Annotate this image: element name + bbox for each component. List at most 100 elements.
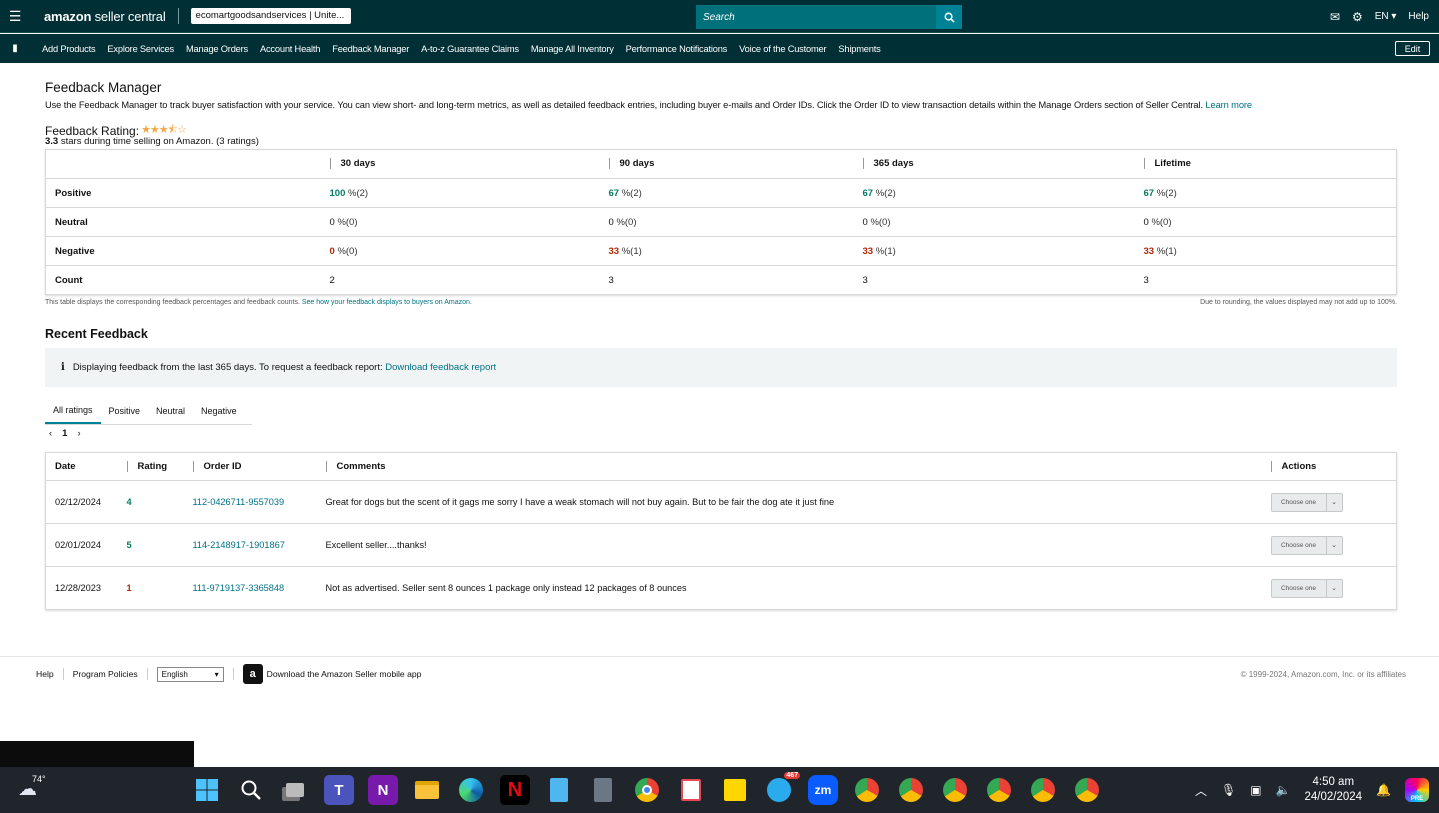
metrics-row-neutral: Neutral 0 %(0) 0 %(0) 0 %(0) 0 %(0) (45, 207, 1397, 237)
mail-icon[interactable]: ✉ (1330, 10, 1340, 24)
search-input[interactable] (696, 5, 936, 29)
tab-all-ratings[interactable]: All ratings (45, 398, 101, 424)
volume-icon[interactable]: 🔈 (1276, 783, 1291, 797)
page-title: Feedback Manager (45, 80, 162, 95)
feedback-header-row: Date Rating Order ID Comments Actions (46, 453, 1397, 481)
feedback-display-link[interactable]: See how your feedback displays to buyers… (302, 299, 472, 306)
telegram-icon[interactable]: 467 (764, 772, 800, 805)
chrome-profile-icon[interactable] (852, 775, 882, 805)
feedback-metrics-table: 30 days 90 days 365 days Lifetime Positi… (45, 149, 1397, 295)
divider (146, 668, 148, 680)
copyright: © 1999-2024, Amazon.com, Inc. or its aff… (1240, 669, 1406, 679)
metric-cell: 33 %(1) (853, 236, 1135, 266)
metrics-header-lifetime: Lifetime (1135, 150, 1397, 179)
weather-widget[interactable]: 74° ☁ (18, 774, 46, 801)
clock[interactable]: 4:50 am 24/02/2024 (1304, 775, 1362, 805)
download-app-link[interactable]: Download the Amazon Seller mobile app (267, 669, 422, 679)
action-dropdown[interactable]: Choose one ⌄ (1270, 578, 1343, 598)
help-link[interactable]: Help (1408, 11, 1429, 22)
footer-divider (0, 656, 1439, 657)
prev-page-icon[interactable]: ‹ (49, 428, 52, 439)
notification-badge: 467 (784, 772, 800, 779)
nav-feedback-manager[interactable]: Feedback Manager (332, 44, 409, 54)
chevron-up-icon[interactable]: ︿ (1195, 782, 1207, 799)
tab-positive[interactable]: Positive (101, 398, 149, 424)
amazon-app-icon[interactable]: a (242, 664, 263, 684)
nav-performance-notifications[interactable]: Performance Notifications (626, 44, 728, 54)
top-right-actions: ✉ ⚙ EN ▾ Help (1330, 0, 1429, 33)
bookmark-icon[interactable]: ▮ (0, 43, 30, 54)
chrome-profile-icon[interactable] (984, 775, 1014, 805)
language-selector[interactable]: EN ▾ (1375, 11, 1397, 22)
footer: Help Program Policies English ▾ a Downloa… (36, 663, 1406, 685)
chrome-profile-icon[interactable] (940, 775, 970, 805)
download-report-link[interactable]: Download feedback report (385, 362, 496, 373)
netflix-icon[interactable]: N (500, 775, 530, 805)
onenote-icon[interactable]: N (368, 775, 398, 805)
time: 4:50 am (1312, 776, 1355, 788)
chrome-profile-icon[interactable] (1028, 775, 1058, 805)
order-id[interactable]: 111-9719137-3365848 (193, 583, 285, 593)
copilot-icon[interactable]: PRE (1405, 778, 1429, 802)
next-page-icon[interactable]: › (77, 428, 80, 439)
calculator-icon[interactable] (588, 775, 618, 805)
row-label: Positive (45, 178, 321, 208)
search-icon[interactable] (236, 775, 266, 805)
network-icon[interactable]: ▣ (1250, 783, 1261, 797)
info-icon: i (61, 362, 65, 373)
notifications-icon[interactable]: 🔔 (1376, 783, 1391, 797)
nav-shipments[interactable]: Shipments (838, 44, 880, 54)
current-page[interactable]: 1 (62, 428, 67, 439)
snipping-tool-icon[interactable] (676, 775, 706, 805)
edge-icon[interactable] (456, 775, 486, 805)
tab-neutral[interactable]: Neutral (148, 398, 193, 424)
chrome-icon[interactable] (632, 775, 662, 805)
nav-manage-orders[interactable]: Manage Orders (186, 44, 248, 54)
notepad-icon[interactable] (544, 775, 574, 805)
nav-a-to-z-claims[interactable]: A-to-z Guarantee Claims (421, 44, 519, 54)
gear-icon[interactable]: ⚙ (1352, 10, 1363, 24)
search-button[interactable] (936, 5, 962, 29)
nav-add-products[interactable]: Add Products (42, 44, 96, 54)
nav-explore-services[interactable]: Explore Services (107, 44, 174, 54)
program-policies-link[interactable]: Program Policies (73, 669, 138, 679)
language-dropdown[interactable]: English ▾ (156, 666, 224, 682)
metric-cell: 67 %(2) (1134, 178, 1397, 208)
nav-manage-inventory[interactable]: Manage All Inventory (531, 44, 614, 54)
chevron-down-icon: ⌄ (1331, 499, 1337, 506)
store-selector[interactable]: ecomartgoodsandservices | Unite... (190, 8, 351, 24)
file-explorer-icon[interactable] (412, 775, 442, 805)
feedback-date: 12/28/2023 (45, 566, 118, 610)
row-label: Count (45, 265, 321, 295)
microphone-icon[interactable]: 🎙 (1221, 783, 1236, 797)
menu-icon[interactable]: ☰ (0, 0, 30, 33)
recent-feedback-table: Date Rating Order ID Comments Actions 02… (45, 452, 1397, 610)
sticky-notes-icon[interactable] (720, 775, 750, 805)
actions-cell: Choose one ⌄ (1261, 523, 1397, 567)
nav-voice-of-customer[interactable]: Voice of the Customer (739, 44, 826, 54)
teams-icon[interactable]: T (324, 775, 354, 805)
nav-account-health[interactable]: Account Health (260, 44, 320, 54)
feedback-date: 02/01/2024 (45, 523, 118, 567)
edit-nav-button[interactable]: Edit (1395, 41, 1430, 56)
tab-negative[interactable]: Negative (193, 398, 245, 424)
zoom-icon[interactable]: zm (808, 775, 838, 805)
order-id[interactable]: 112-0426711-9557039 (193, 497, 285, 507)
chrome-profile-icon[interactable] (1072, 775, 1102, 805)
metric-cell: 3 (853, 265, 1135, 295)
action-dropdown[interactable]: Choose one ⌄ (1270, 535, 1343, 555)
task-view-icon[interactable] (280, 775, 310, 805)
intro-description: Use the Feedback Manager to track buyer … (45, 100, 1203, 110)
col-comments: Comments (317, 453, 1262, 481)
metric-cell: 0 %(0) (853, 207, 1135, 237)
chrome-profile-icon[interactable] (896, 775, 926, 805)
footer-help-link[interactable]: Help (36, 669, 54, 679)
windows-start-icon[interactable] (192, 775, 222, 805)
seller-central-logo[interactable]: amazon seller central (44, 9, 166, 24)
metrics-row-count: Count 2 3 3 3 (45, 265, 1397, 295)
order-id[interactable]: 114-2148917-1901867 (193, 540, 285, 550)
learn-more-link[interactable]: Learn more (1205, 100, 1252, 110)
order-id-link: 114-2148917-1901867 (183, 523, 317, 567)
pagination: ‹ 1 › (49, 428, 81, 439)
action-dropdown[interactable]: Choose one ⌄ (1270, 492, 1343, 512)
